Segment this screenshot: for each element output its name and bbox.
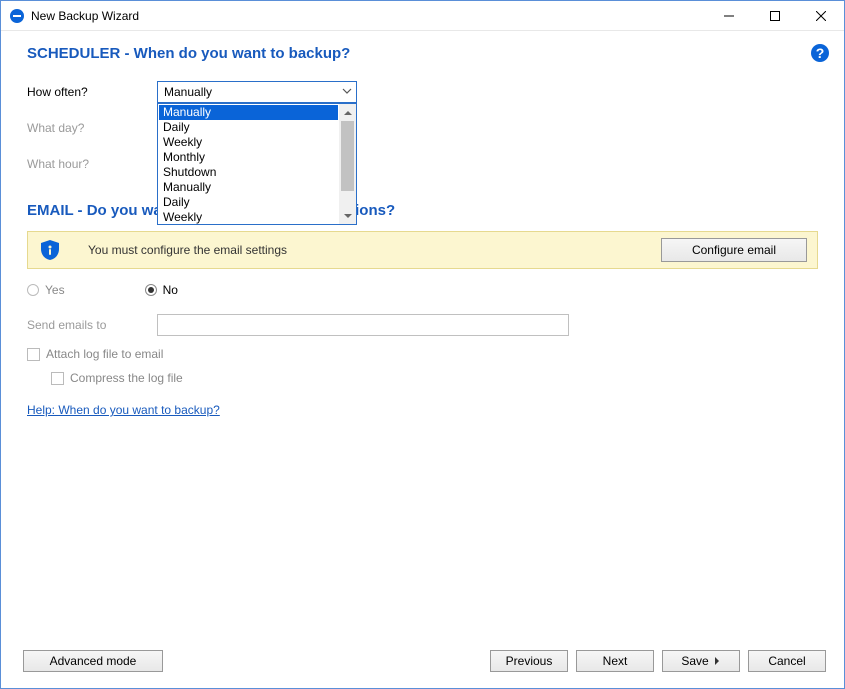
chevron-right-icon bbox=[713, 657, 721, 665]
save-button[interactable]: Save bbox=[662, 650, 740, 672]
save-label: Save bbox=[681, 654, 708, 668]
send-to-label: Send emails to bbox=[27, 318, 157, 332]
checkbox-label: Attach log file to email bbox=[46, 347, 163, 361]
cancel-button[interactable]: Cancel bbox=[748, 650, 826, 672]
window-title: New Backup Wizard bbox=[31, 9, 706, 23]
radio-label: Yes bbox=[45, 283, 65, 297]
dropdown-item[interactable]: Daily bbox=[159, 195, 338, 210]
checkbox-label: Compress the log file bbox=[70, 371, 183, 385]
email-no-radio[interactable]: No bbox=[145, 283, 178, 297]
titlebar: New Backup Wizard bbox=[1, 1, 844, 31]
how-often-dropdown: Manually Daily Weekly Monthly Shutdown M… bbox=[157, 103, 357, 225]
scroll-thumb[interactable] bbox=[341, 121, 354, 191]
attach-log-checkbox[interactable]: Attach log file to email bbox=[27, 347, 818, 361]
help-icon[interactable]: ? bbox=[810, 43, 830, 63]
dropdown-item[interactable]: Weekly bbox=[159, 210, 338, 224]
maximize-button[interactable] bbox=[752, 1, 798, 30]
email-yes-radio[interactable]: Yes bbox=[27, 283, 65, 297]
dropdown-item[interactable]: Manually bbox=[159, 180, 338, 195]
dropdown-item[interactable]: Shutdown bbox=[159, 165, 338, 180]
next-button[interactable]: Next bbox=[576, 650, 654, 672]
previous-button[interactable]: Previous bbox=[490, 650, 568, 672]
help-link[interactable]: Help: When do you want to backup? bbox=[27, 403, 220, 417]
what-day-label: What day? bbox=[27, 121, 157, 135]
footer: Advanced mode Previous Next Save Cancel bbox=[1, 646, 844, 688]
scroll-track[interactable] bbox=[339, 121, 356, 207]
scroll-down-icon[interactable] bbox=[339, 207, 356, 224]
dropdown-item[interactable]: Monthly bbox=[159, 150, 338, 165]
minimize-button[interactable] bbox=[706, 1, 752, 30]
scroll-up-icon[interactable] bbox=[339, 104, 356, 121]
dropdown-item[interactable]: Weekly bbox=[159, 135, 338, 150]
what-hour-label: What hour? bbox=[27, 157, 157, 171]
checkbox-icon bbox=[27, 348, 40, 361]
checkbox-icon bbox=[51, 372, 64, 385]
how-often-selected: Manually bbox=[164, 85, 212, 99]
dropdown-scrollbar[interactable] bbox=[339, 104, 356, 224]
banner-message: You must configure the email settings bbox=[88, 243, 635, 257]
svg-text:?: ? bbox=[816, 45, 825, 61]
send-to-input[interactable] bbox=[157, 314, 569, 336]
how-often-label: How often? bbox=[27, 85, 157, 99]
configure-email-button[interactable]: Configure email bbox=[661, 238, 807, 262]
radio-icon bbox=[145, 284, 157, 296]
radio-icon bbox=[27, 284, 39, 296]
how-often-combo[interactable]: Manually Manually Daily Weekly Monthly S… bbox=[157, 81, 357, 103]
advanced-mode-button[interactable]: Advanced mode bbox=[23, 650, 163, 672]
dropdown-item[interactable]: Daily bbox=[159, 120, 338, 135]
email-config-banner: You must configure the email settings Co… bbox=[27, 231, 818, 269]
compress-log-checkbox[interactable]: Compress the log file bbox=[51, 371, 818, 385]
dropdown-list: Manually Daily Weekly Monthly Shutdown M… bbox=[158, 104, 339, 224]
scheduler-heading: SCHEDULER - When do you want to backup? bbox=[27, 45, 818, 62]
radio-label: No bbox=[163, 283, 178, 297]
dropdown-item[interactable]: Manually bbox=[159, 105, 338, 120]
email-heading: EMAIL - Do you want to receive email not… bbox=[27, 202, 818, 219]
chevron-down-icon bbox=[342, 85, 352, 99]
close-button[interactable] bbox=[798, 1, 844, 30]
app-icon bbox=[9, 8, 25, 24]
shield-icon bbox=[38, 238, 62, 262]
